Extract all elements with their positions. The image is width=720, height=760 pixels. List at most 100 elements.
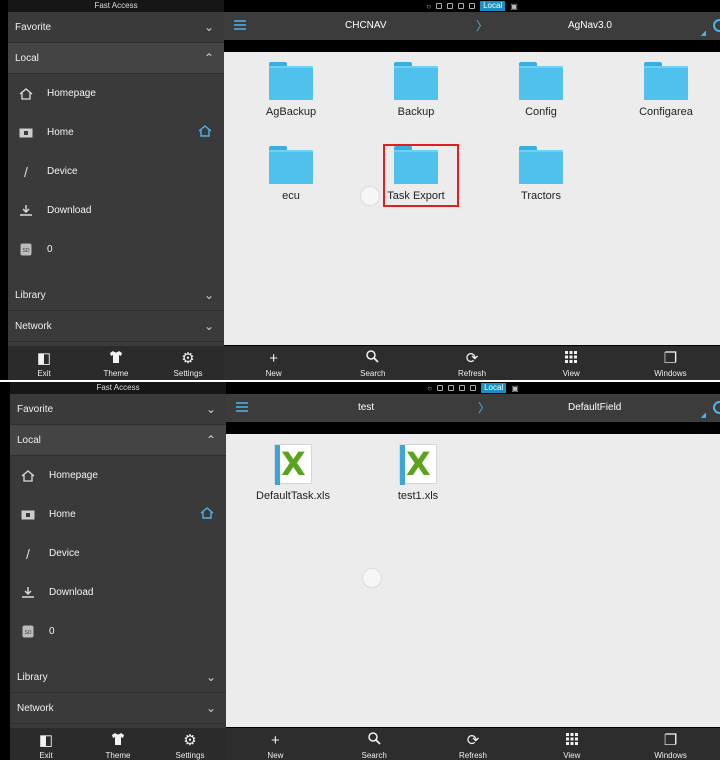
local-badge: Local	[481, 383, 507, 393]
chevron-down-icon: ⌄	[205, 402, 216, 416]
refresh-button[interactable]: ⟳ Refresh	[422, 346, 521, 380]
slash-device-icon: /	[26, 545, 30, 562]
window-circle-icon[interactable]	[713, 19, 720, 32]
favorite-label: Favorite	[17, 404, 54, 415]
file-manager-screen-2: Fast Access Favorite ⌄ Local ⌃ Homepage …	[0, 382, 720, 760]
refresh-label: Refresh	[458, 369, 487, 378]
settings-button[interactable]: ⚙ Settings	[158, 346, 218, 380]
folder-item-task-export[interactable]: Task Export	[371, 146, 461, 202]
library-label: Library	[15, 290, 46, 301]
new-label: New	[267, 751, 284, 760]
settings-label: Settings	[175, 751, 205, 760]
breadcrumb-current[interactable]: AgNav3.0	[568, 12, 612, 40]
sidebar-item-home[interactable]: Home	[10, 495, 226, 534]
folder-item[interactable]: Config	[496, 62, 586, 118]
download-icon	[18, 203, 34, 219]
menu-icon[interactable]	[234, 20, 246, 33]
status-icon	[447, 3, 454, 9]
file-browser-main: ○ Local ▣ test 〉 DefaultField ◢ X Defaul…	[226, 382, 720, 760]
breadcrumb-parent[interactable]: test	[358, 394, 374, 422]
favorite-section[interactable]: Favorite ⌄	[10, 394, 226, 425]
status-icon	[448, 385, 455, 391]
library-section[interactable]: Library ⌄	[8, 280, 224, 311]
gear-icon: ⚙	[183, 732, 197, 749]
network-section[interactable]: Network ⌄	[8, 311, 224, 342]
windows-button[interactable]: ❐ Windows	[621, 728, 720, 760]
view-label: View	[563, 751, 581, 760]
folder-icon	[519, 62, 563, 100]
search-button[interactable]: Search	[323, 346, 422, 380]
network-section[interactable]: Network ⌄	[10, 693, 226, 724]
path-bar: CHCNAV 〉 AgNav3.0 ◢	[224, 12, 720, 40]
status-icon	[458, 3, 465, 9]
loading-spinner	[362, 568, 382, 588]
menu-icon[interactable]	[236, 402, 248, 415]
folder-item[interactable]: ecu	[246, 146, 336, 202]
sidebar-item-label: Download	[49, 587, 94, 598]
folder-item[interactable]: AgBackup	[246, 62, 336, 118]
folder-name: Configarea	[639, 106, 693, 118]
search-icon	[366, 350, 379, 367]
status-bar: ○ Local ▣	[226, 382, 720, 394]
folder-item[interactable]: Backup	[371, 62, 461, 118]
folder-home-icon	[20, 507, 36, 523]
view-button[interactable]: View	[522, 728, 621, 760]
exit-button[interactable]: ◧ Exit	[14, 346, 74, 380]
settings-button[interactable]: ⚙ Settings	[160, 728, 220, 760]
set-home-icon[interactable]	[200, 507, 214, 522]
sidebar-item-download[interactable]: Download	[10, 573, 226, 612]
library-section[interactable]: Library ⌄	[10, 662, 226, 693]
search-button[interactable]: Search	[325, 728, 424, 760]
chevron-up-icon: ⌃	[203, 51, 214, 65]
sidebar-item-download[interactable]: Download	[8, 191, 224, 230]
view-button[interactable]: View	[522, 346, 621, 380]
sidebar-item-label: Home	[49, 509, 76, 520]
local-label: Local	[17, 435, 41, 446]
sidebar-item-sdcard[interactable]: SD 0	[8, 230, 224, 269]
file-manager-screen-1: Fast Access Favorite ⌄ Local ⌃ Homepage …	[0, 0, 720, 380]
search-icon	[367, 732, 381, 749]
sidebar-item-sdcard[interactable]: SD 0	[10, 612, 226, 651]
sidebar-item-device[interactable]: / Device	[10, 534, 226, 573]
window-circle-icon[interactable]	[713, 401, 720, 414]
file-item[interactable]: X DefaultTask.xls	[243, 444, 343, 502]
breadcrumb-parent[interactable]: CHCNAV	[345, 12, 386, 40]
corner-indicator-icon: ◢	[700, 412, 706, 419]
path-bar: test 〉 DefaultField ◢	[226, 394, 720, 422]
local-section[interactable]: Local ⌃	[8, 43, 224, 74]
status-icon	[436, 3, 443, 9]
status-icon	[470, 385, 477, 391]
new-button[interactable]: + New	[226, 728, 325, 760]
sd-card-icon: SD	[20, 624, 36, 640]
new-button[interactable]: + New	[224, 346, 323, 380]
theme-button[interactable]: Theme	[88, 728, 148, 760]
status-icon	[437, 385, 444, 391]
local-section[interactable]: Local ⌃	[10, 425, 226, 456]
windows-icon: ❐	[663, 732, 678, 749]
folder-item[interactable]: Configarea	[621, 62, 711, 118]
new-label: New	[265, 369, 282, 378]
folder-grid: AgBackup Backup Config Configarea ecu Ta…	[224, 52, 720, 345]
breadcrumb-current[interactable]: DefaultField	[568, 394, 621, 422]
refresh-label: Refresh	[458, 751, 487, 760]
refresh-button[interactable]: ⟳ Refresh	[424, 728, 523, 760]
folder-icon	[269, 62, 313, 100]
sidebar-item-homepage[interactable]: Homepage	[10, 456, 226, 495]
folder-item[interactable]: Tractors	[496, 146, 586, 202]
set-home-icon[interactable]	[198, 125, 212, 140]
sidebar-item-label: Homepage	[47, 88, 96, 99]
shirt-icon	[111, 733, 125, 749]
file-item[interactable]: X test1.xls	[368, 444, 468, 502]
theme-label: Theme	[105, 751, 131, 760]
exit-button[interactable]: ◧ Exit	[16, 728, 76, 760]
exit-icon: ◧	[38, 732, 54, 749]
favorite-section[interactable]: Favorite ⌄	[8, 12, 224, 43]
windows-button[interactable]: ❐ Windows	[621, 346, 720, 380]
exit-label: Exit	[37, 369, 51, 378]
sidebar-item-home[interactable]: Home	[8, 113, 224, 152]
sidebar-item-device[interactable]: / Device	[8, 152, 224, 191]
corner-indicator-icon: ◢	[700, 30, 706, 37]
sidebar-item-homepage[interactable]: Homepage	[8, 74, 224, 113]
theme-button[interactable]: Theme	[86, 346, 146, 380]
sidebar-item-label: Homepage	[49, 470, 98, 481]
